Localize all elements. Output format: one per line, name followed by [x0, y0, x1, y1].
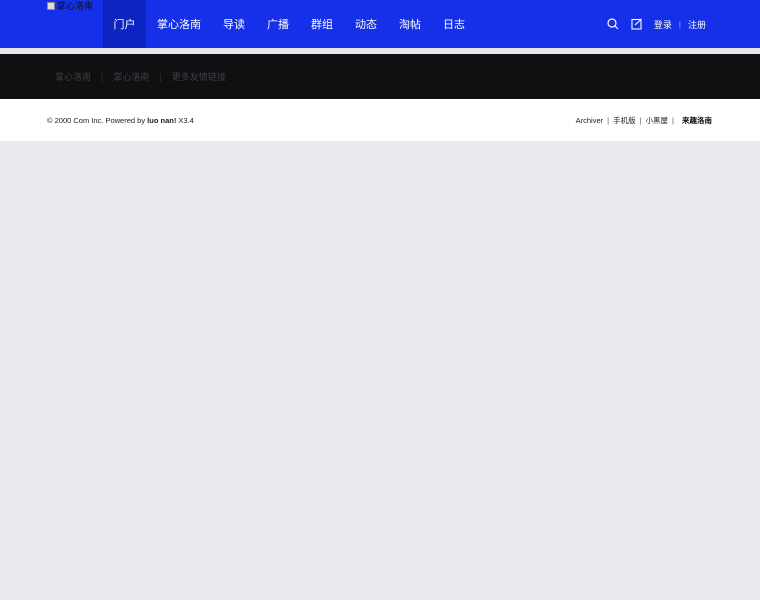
nav-label: 群组	[311, 19, 333, 31]
nav-item-guide[interactable]: 导读	[212, 0, 256, 48]
archiver-link[interactable]: Archiver	[576, 116, 604, 125]
separator: |	[607, 115, 610, 125]
nav-label: 动态	[355, 19, 377, 31]
separator: |	[678, 19, 681, 29]
page-footer: © 2000 Com Inc. Powered by luo nan! X3.4…	[0, 99, 760, 141]
nav-item-collections[interactable]: 淘帖	[388, 0, 432, 48]
separator: |	[101, 71, 104, 82]
search-icon[interactable]	[606, 17, 620, 31]
nav-label: 广播	[267, 19, 289, 31]
nav-item-zhangxin[interactable]: 掌心洛南	[146, 0, 212, 48]
nav-item-groups[interactable]: 群组	[300, 0, 344, 48]
nav-label: 日志	[443, 19, 465, 31]
top-header: 掌心洛南 门户 掌心洛南 导读 广播 群组 动态 淘帖 日志 登录 | 注册	[0, 0, 760, 48]
separator: |	[672, 115, 674, 125]
auth-links: 登录 | 注册	[654, 18, 706, 31]
login-link[interactable]: 登录	[654, 18, 672, 31]
nav-item-portal[interactable]: 门户	[103, 0, 146, 48]
more-friend-links[interactable]: 更多友情链接	[172, 70, 226, 83]
brand-link[interactable]: 来趣洛南	[682, 115, 712, 126]
blackroom-link[interactable]: 小黑屋	[646, 115, 669, 126]
nav-label: 掌心洛南	[157, 19, 201, 31]
footer-links: Archiver | 手机版 | 小黑屋 | 来趣洛南	[576, 115, 712, 126]
edit-note-icon[interactable]	[630, 17, 644, 31]
register-link[interactable]: 注册	[688, 18, 706, 31]
version-text: X3.4	[176, 115, 194, 125]
nav-label: 导读	[223, 19, 245, 31]
site-logo[interactable]: 掌心洛南	[47, 0, 93, 12]
main-nav: 门户 掌心洛南 导读 广播 群组 动态 淘帖 日志	[103, 0, 476, 48]
logo-alt-text: 掌心洛南	[57, 1, 94, 11]
header-tools: 登录 | 注册	[606, 0, 706, 48]
broken-image-icon	[47, 2, 55, 10]
nav-item-feed[interactable]: 动态	[344, 0, 388, 48]
nav-label: 门户	[113, 19, 136, 31]
nav-item-broadcast[interactable]: 广播	[256, 0, 300, 48]
separator: |	[639, 115, 642, 125]
mobile-link[interactable]: 手机版	[613, 115, 636, 126]
copyright-text: © 2000 Com Inc. Powered by	[47, 115, 148, 125]
friend-link[interactable]: 掌心洛南	[55, 70, 91, 83]
nav-item-blog[interactable]: 日志	[432, 0, 476, 48]
friend-links-bar: 掌心洛南 | 掌心洛南 | 更多友情链接	[0, 54, 760, 99]
friend-link[interactable]: 掌心洛南	[113, 70, 149, 83]
nav-label: 淘帖	[399, 19, 421, 31]
separator: |	[159, 71, 162, 82]
powered-brand[interactable]: luo nan!	[147, 116, 176, 125]
copyright: © 2000 Com Inc. Powered by luo nan! X3.4	[47, 116, 194, 125]
